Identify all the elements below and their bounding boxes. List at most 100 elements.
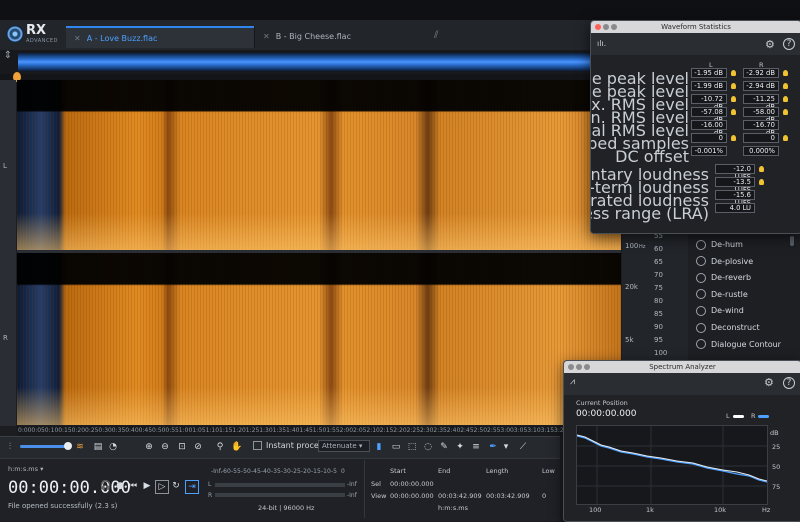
peak-indicator-icon[interactable]	[731, 70, 736, 76]
collapse-overview-icon[interactable]: ⇕	[0, 50, 16, 74]
module-item[interactable]: De-plosive	[696, 255, 753, 269]
current-timecode[interactable]: 00:00:00.000	[8, 478, 131, 498]
peak-indicator-icon[interactable]	[731, 83, 736, 89]
spectrogram-blend-slider[interactable]	[20, 445, 70, 448]
logo-text: RX	[26, 23, 47, 38]
spectrum-logo-icon: ⩘	[570, 377, 576, 387]
help-icon[interactable]: ?	[783, 38, 795, 50]
close-icon[interactable]: ✕	[74, 34, 81, 43]
meter-scale-label: -45	[251, 468, 261, 475]
frequency-selection-icon[interactable]: ▭	[390, 441, 402, 453]
brush-icon[interactable]: ✎	[438, 441, 450, 453]
spectrum-curves	[576, 426, 768, 504]
module-item[interactable]: De-wind	[696, 304, 744, 318]
sel-start[interactable]: 00:00:00.000	[390, 480, 434, 488]
loudness-indicator-icon[interactable]	[759, 179, 764, 185]
time-format-select[interactable]: h:m:s.ms ▾	[8, 465, 43, 473]
spectrogram-settings-icon[interactable]: ▤	[92, 441, 104, 453]
minimize-window-icon[interactable]	[576, 364, 582, 370]
peak-indicator-icon[interactable]	[731, 109, 736, 115]
view-start[interactable]: 00:00:00.000	[390, 492, 434, 500]
peak-indicator-icon[interactable]	[783, 135, 788, 141]
close-window-icon[interactable]	[595, 24, 601, 30]
rewind-icon[interactable]: ⏮	[127, 480, 139, 492]
zoom-in-icon[interactable]: ⊕	[143, 441, 155, 453]
zoom-window-icon[interactable]	[584, 364, 590, 370]
module-item[interactable]: De-rustle	[696, 288, 748, 302]
peak-indicator-icon[interactable]	[783, 96, 788, 102]
zoom-fit-icon[interactable]: ⊘	[192, 441, 204, 453]
tool-menu-icon[interactable]: ▾	[500, 441, 512, 453]
play-icon[interactable]: ▶	[141, 480, 153, 492]
process-mode-select[interactable]: Attenuate ▾	[318, 440, 370, 452]
channel-label-left: L	[3, 162, 7, 170]
headphones-icon[interactable]: 🎧	[100, 480, 112, 492]
record-icon[interactable]: ●	[114, 480, 126, 492]
slider-knob[interactable]	[64, 442, 72, 450]
timeline-tick: 2:05	[353, 427, 367, 434]
peak-indicator-icon[interactable]	[731, 135, 736, 141]
timeline-tick: 1:20	[232, 427, 246, 434]
module-label: De-reverb	[711, 273, 752, 283]
stat-value-right: -16.70 dB	[743, 120, 779, 137]
harmonic-selection-icon[interactable]: ≡	[470, 441, 482, 453]
minimize-window-icon[interactable]	[603, 24, 609, 30]
channel-label-right: R	[3, 334, 8, 342]
spectrogram-left[interactable]	[17, 80, 621, 250]
follow-playhead-icon[interactable]: ⇥	[185, 480, 199, 494]
timeline-tick: 2:15	[379, 427, 394, 434]
settings-gear-icon[interactable]: ⚙	[765, 38, 775, 51]
zoom-selection-icon[interactable]: ⊡	[176, 441, 188, 453]
view-length[interactable]: 00:03:42.909	[486, 492, 530, 500]
magic-wand-icon[interactable]: ✦	[454, 441, 466, 453]
overview-waveform[interactable]	[18, 53, 590, 71]
view-end[interactable]: 00:03:42.909	[438, 492, 482, 500]
module-scrollbar[interactable]	[790, 236, 794, 246]
hand-tool-icon[interactable]: ✋	[231, 441, 243, 453]
module-item[interactable]: Deconstruct	[696, 321, 760, 335]
spectrogram-toggle-icon[interactable]: ≋	[74, 441, 86, 453]
tab-love-buzz[interactable]: ✕ A - Love Buzz.flac	[66, 26, 254, 48]
peak-indicator-icon[interactable]	[783, 70, 788, 76]
view-low[interactable]: 0	[542, 492, 546, 500]
zoom-window-icon[interactable]	[611, 24, 617, 30]
close-icon[interactable]: ✕	[263, 32, 270, 41]
stat-label: DC offset	[615, 147, 689, 166]
spectrogram-right[interactable]	[17, 253, 621, 425]
stat-value-left: 0	[691, 133, 727, 143]
module-item[interactable]: De-reverb	[696, 271, 751, 285]
close-window-icon[interactable]	[568, 364, 574, 370]
instant-process-checkbox[interactable]	[253, 441, 262, 450]
lasso-icon[interactable]: ◌	[422, 441, 434, 453]
loop-icon[interactable]: ↻	[170, 480, 182, 492]
window-titlebar[interactable]: Waveform Statistics	[591, 21, 800, 33]
settings-gear-icon[interactable]: ⚙	[764, 376, 774, 389]
stats-logo-icon: ılı.	[597, 39, 607, 48]
timeline-tick: 2:00	[339, 427, 354, 434]
waveform-toggle-icon[interactable]: ⫶	[4, 441, 16, 453]
loudness-value: -15.6 LUFS	[715, 190, 755, 207]
peak-indicator-icon[interactable]	[731, 96, 736, 102]
spectrum-plot[interactable]	[576, 425, 768, 505]
zoom-out-icon[interactable]: ⊖	[159, 441, 171, 453]
peak-indicator-icon[interactable]	[783, 83, 788, 89]
pencil-icon[interactable]: ✒	[487, 441, 499, 453]
window-title: Waveform Statistics	[661, 23, 731, 31]
box-selection-icon[interactable]: ⬚	[406, 441, 418, 453]
timeline-tick: 2:35	[433, 427, 447, 434]
timeline-tick: 0:35	[111, 427, 126, 434]
module-item[interactable]: De-hum	[696, 238, 743, 252]
window-titlebar[interactable]: Spectrum Analyzer	[564, 361, 800, 373]
zoom-tool-icon[interactable]: ⚲	[214, 441, 226, 453]
module-icon	[696, 322, 706, 333]
module-item[interactable]: Dialogue Contour	[696, 338, 781, 352]
time-selection-icon[interactable]: ▮	[373, 441, 385, 453]
play-selection-icon[interactable]: ▷	[155, 480, 169, 494]
tab-overflow-icon[interactable]: ⫽	[434, 30, 438, 41]
loudness-indicator-icon[interactable]	[759, 166, 764, 172]
help-icon[interactable]: ?	[783, 377, 795, 389]
peak-indicator-icon[interactable]	[783, 109, 788, 115]
envelope-icon[interactable]: ⟋	[517, 441, 529, 453]
spectrum-icon[interactable]: ◔	[107, 441, 119, 453]
tab-big-cheese[interactable]: ✕ B - Big Cheese.flac	[254, 26, 432, 48]
